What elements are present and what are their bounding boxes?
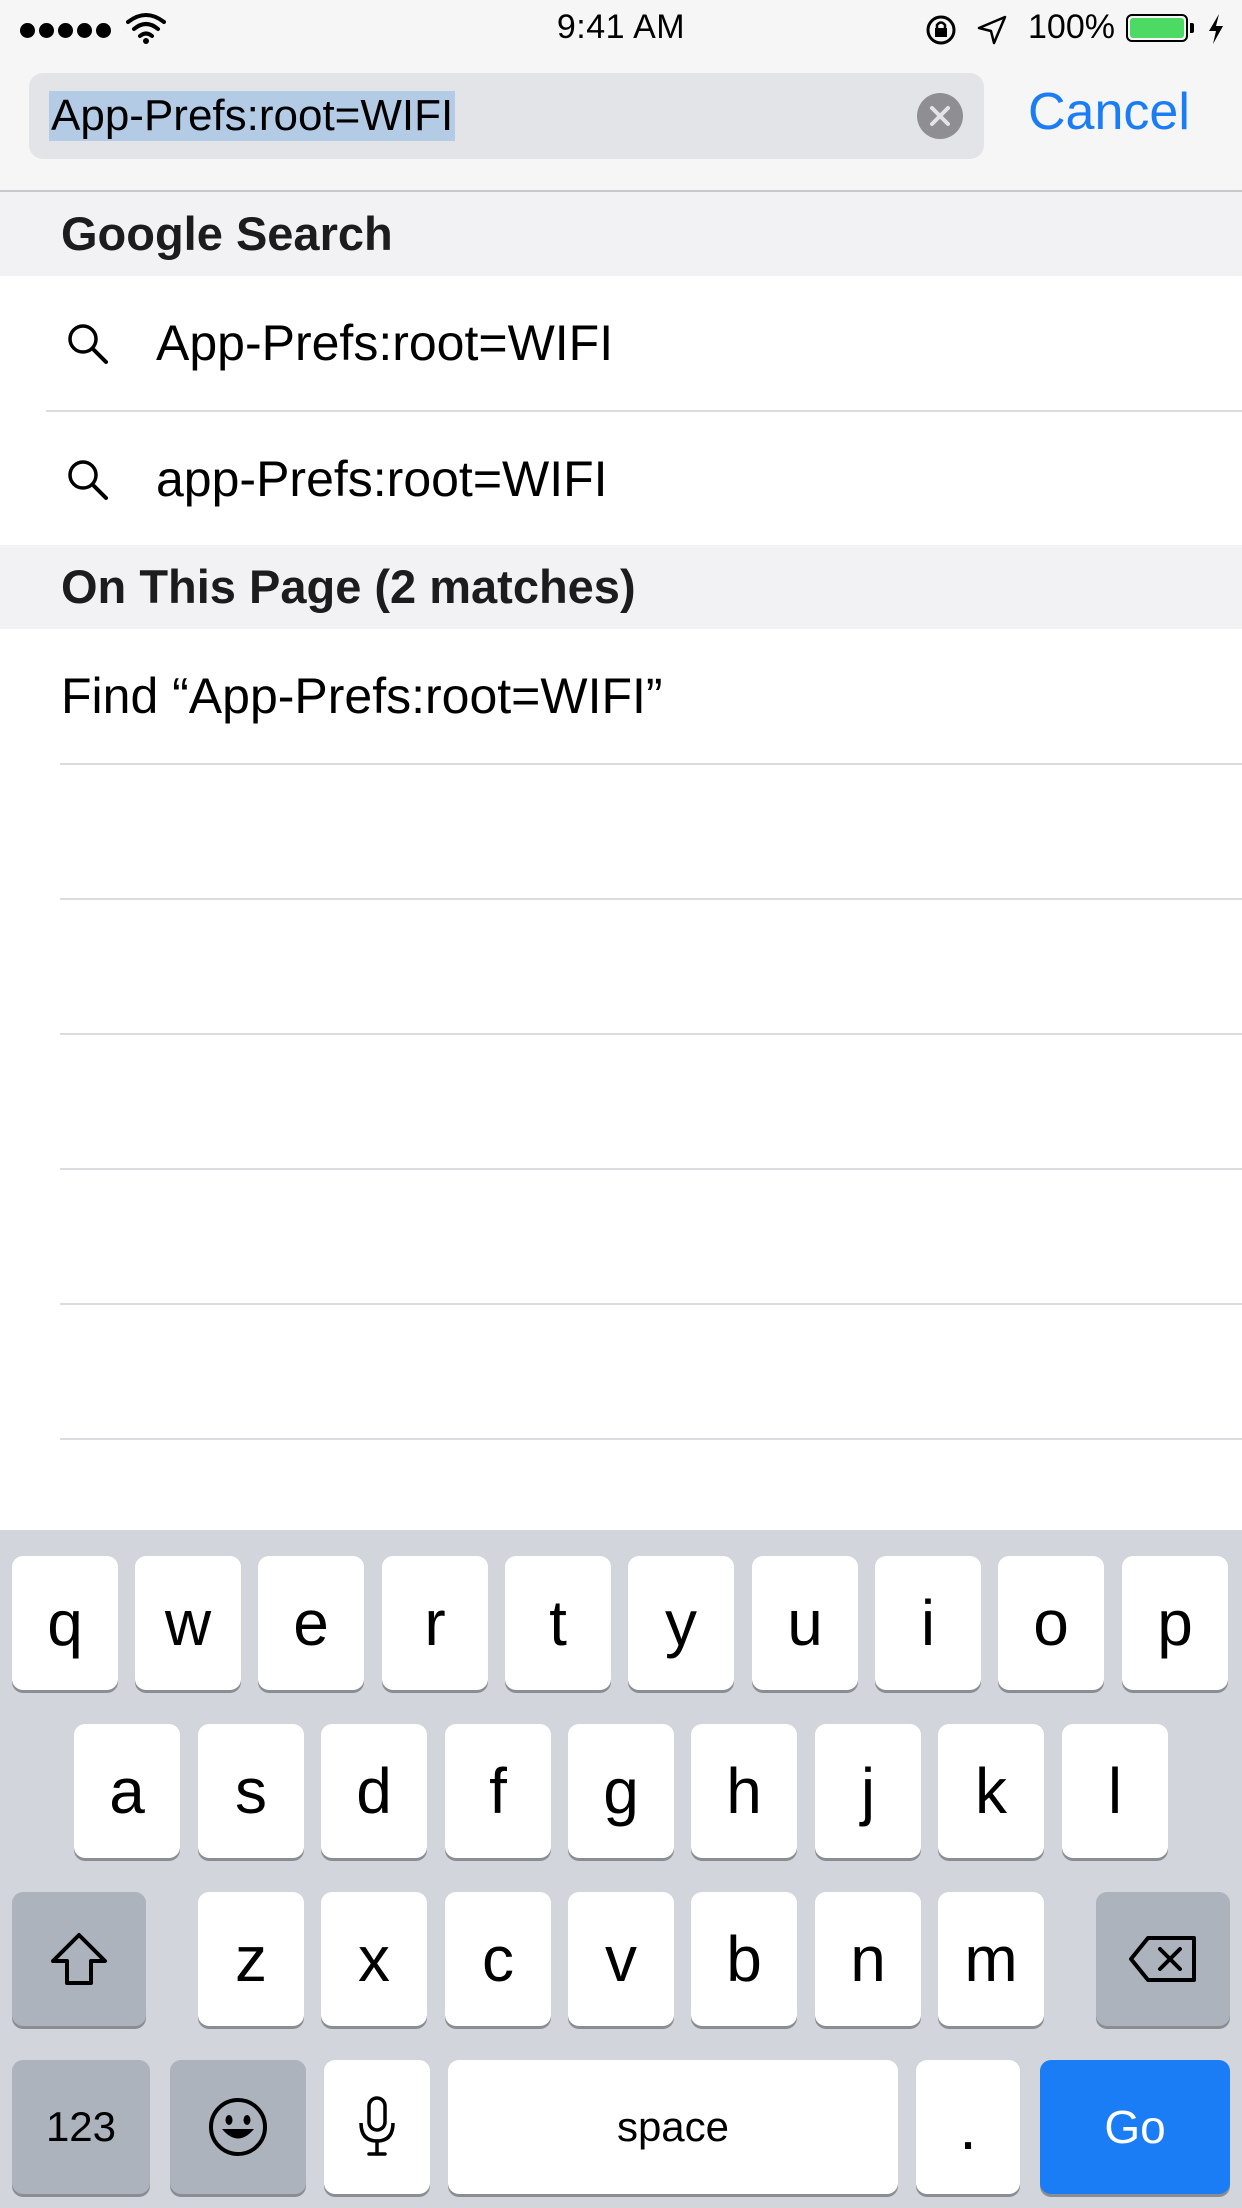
- divider: [60, 763, 1242, 765]
- numbers-key[interactable]: 123: [12, 2060, 150, 2194]
- key-i[interactable]: i: [875, 1556, 981, 1690]
- search-icon: [68, 460, 108, 500]
- key-y[interactable]: y: [628, 1556, 734, 1690]
- key-o[interactable]: o: [998, 1556, 1104, 1690]
- section-title: Google Search: [61, 207, 393, 260]
- suggestion-label: App-Prefs:root=WIFI: [156, 315, 614, 371]
- divider: [60, 1303, 1242, 1305]
- search-field[interactable]: App-Prefs:root=WIFI: [29, 73, 984, 159]
- go-button[interactable]: Go: [1040, 2060, 1230, 2194]
- find-on-page-label: Find “App-Prefs:root=WIFI”: [61, 668, 663, 724]
- location-arrow-icon: [977, 15, 1007, 45]
- space-key[interactable]: space: [448, 2060, 898, 2194]
- microphone-key[interactable]: [324, 2060, 430, 2194]
- shift-key[interactable]: [12, 1892, 146, 2026]
- key-j[interactable]: j: [815, 1724, 921, 1858]
- period-key[interactable]: .: [916, 2060, 1020, 2194]
- key-m[interactable]: m: [938, 1892, 1044, 2026]
- key-c[interactable]: c: [445, 1892, 551, 2026]
- find-on-page-row[interactable]: Find “App-Prefs:root=WIFI”: [0, 629, 1242, 763]
- delete-icon: [1129, 1936, 1196, 1982]
- key-q[interactable]: q: [12, 1556, 118, 1690]
- header: App-Prefs:root=WIFI Cancel: [0, 62, 1242, 192]
- clear-circle-icon[interactable]: [917, 93, 963, 139]
- key-r[interactable]: r: [382, 1556, 488, 1690]
- keyboard: q w e r t y u i o p a s d f g h j k l z …: [0, 1530, 1242, 2208]
- charging-bolt-icon: [1209, 14, 1223, 44]
- key-g[interactable]: g: [568, 1724, 674, 1858]
- battery-percent: 100%: [1028, 8, 1115, 46]
- key-s[interactable]: s: [198, 1724, 304, 1858]
- key-p[interactable]: p: [1122, 1556, 1228, 1690]
- section-title: On This Page (2 matches): [61, 560, 636, 613]
- key-d[interactable]: d: [321, 1724, 427, 1858]
- key-z[interactable]: z: [198, 1892, 304, 2026]
- key-n[interactable]: n: [815, 1892, 921, 2026]
- key-u[interactable]: u: [752, 1556, 858, 1690]
- key-t[interactable]: t: [505, 1556, 611, 1690]
- section-header-google-search: Google Search: [0, 192, 1242, 276]
- key-v[interactable]: v: [568, 1892, 674, 2026]
- suggestion-label: app-Prefs:root=WIFI: [156, 451, 608, 507]
- delete-key[interactable]: [1096, 1892, 1230, 2026]
- key-h[interactable]: h: [691, 1724, 797, 1858]
- search-icon: [68, 324, 108, 364]
- emoji-key[interactable]: [170, 2060, 306, 2194]
- status-bar: 9:41 AM 100%: [0, 0, 1242, 62]
- section-header-on-this-page: On This Page (2 matches): [0, 545, 1242, 629]
- microphone-icon: [359, 2096, 395, 2156]
- key-b[interactable]: b: [691, 1892, 797, 2026]
- rotation-lock-icon: [926, 15, 956, 45]
- key-l[interactable]: l: [1062, 1724, 1168, 1858]
- divider: [60, 1438, 1242, 1440]
- search-query-text[interactable]: App-Prefs:root=WIFI: [49, 91, 456, 141]
- cancel-button[interactable]: Cancel: [1028, 82, 1190, 142]
- key-x[interactable]: x: [321, 1892, 427, 2026]
- battery-tip: [1190, 23, 1194, 33]
- suggestion-row[interactable]: App-Prefs:root=WIFI: [0, 276, 1242, 410]
- battery-icon: [1126, 14, 1188, 42]
- divider: [60, 1033, 1242, 1035]
- shift-icon: [51, 1933, 107, 1985]
- divider: [60, 898, 1242, 900]
- divider: [60, 1168, 1242, 1170]
- key-e[interactable]: e: [258, 1556, 364, 1690]
- key-w[interactable]: w: [135, 1556, 241, 1690]
- key-k[interactable]: k: [938, 1724, 1044, 1858]
- key-f[interactable]: f: [445, 1724, 551, 1858]
- key-a[interactable]: a: [74, 1724, 180, 1858]
- suggestion-row[interactable]: app-Prefs:root=WIFI: [0, 412, 1242, 546]
- emoji-icon: [209, 2098, 267, 2156]
